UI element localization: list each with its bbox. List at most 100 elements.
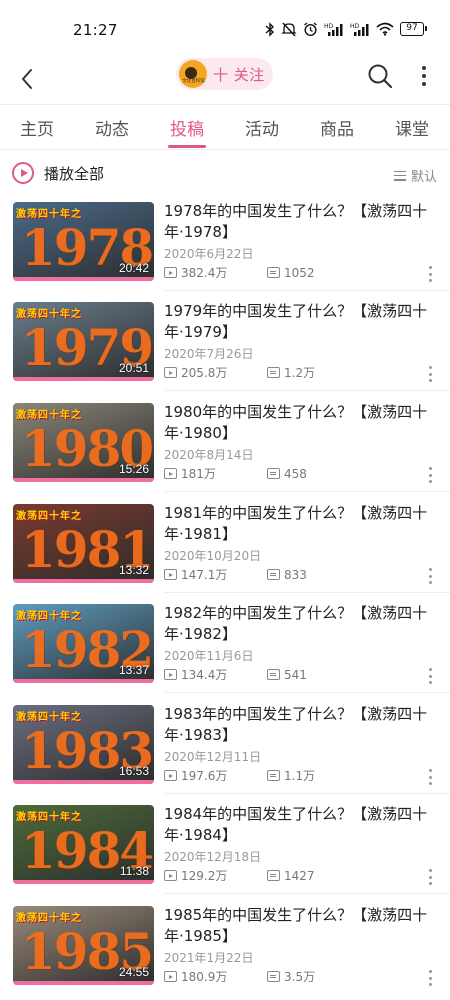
video-date: 2020年7月26日 xyxy=(164,347,254,361)
danmaku-icon xyxy=(267,971,280,982)
tab-bar: 主页 动态 投稿 活动 商品 课堂 xyxy=(0,105,450,149)
video-title[interactable]: 1982年的中国发生了什么？【激荡四十年·1982】 xyxy=(164,603,439,645)
video-duration: 11:38 xyxy=(119,864,149,878)
item-more-button[interactable] xyxy=(426,266,434,282)
video-thumbnail[interactable]: 激荡四十年之 1980 15:26 xyxy=(13,403,154,482)
view-count: 382.4万 xyxy=(181,266,228,280)
back-button[interactable] xyxy=(12,62,42,96)
video-thumbnail[interactable]: 激荡四十年之 1978 20:42 xyxy=(13,202,154,281)
video-thumbnail[interactable]: 激荡四十年之 1981 13:32 xyxy=(13,504,154,583)
item-more-button[interactable] xyxy=(426,769,434,785)
thumbnail-progress-bar xyxy=(13,579,154,583)
search-button[interactable] xyxy=(366,62,394,90)
alarm-icon xyxy=(303,21,318,37)
video-duration: 20:42 xyxy=(118,261,149,275)
video-thumbnail[interactable]: 激荡四十年之 1983 16:53 xyxy=(13,705,154,784)
video-item[interactable]: 激荡四十年之 1978 20:42 1978年的中国发生了什么？【激荡四十年·1… xyxy=(0,196,450,296)
video-item[interactable]: 激荡四十年之 1979 20:51 1979年的中国发生了什么？【激荡四十年·1… xyxy=(0,296,450,396)
play-count-icon xyxy=(164,267,177,278)
item-more-button[interactable] xyxy=(426,970,434,986)
tab-classroom[interactable]: 课堂 xyxy=(395,115,429,140)
video-stats: 134.4万 541 xyxy=(164,666,307,683)
video-duration: 16:53 xyxy=(118,764,149,778)
svg-text:HD: HD xyxy=(350,23,360,30)
danmaku-count: 833 xyxy=(284,567,307,582)
item-more-button[interactable] xyxy=(426,869,434,885)
item-more-button[interactable] xyxy=(426,568,434,584)
danmaku-icon xyxy=(267,770,280,781)
play-count-icon xyxy=(164,569,177,580)
play-count-icon xyxy=(164,870,177,881)
video-thumbnail[interactable]: 激荡四十年之 1982 13:37 xyxy=(13,604,154,683)
video-thumbnail[interactable]: 激荡四十年之 1984 11:38 xyxy=(13,805,154,884)
mute-icon xyxy=(281,21,297,37)
danmaku-icon xyxy=(267,468,280,479)
thumbnail-progress-bar xyxy=(13,277,154,281)
video-stats: 205.8万 1.2万 xyxy=(164,364,315,381)
view-count: 147.1万 xyxy=(181,568,228,582)
video-item[interactable]: 激荡四十年之 1980 15:26 1980年的中国发生了什么？【激荡四十年·1… xyxy=(0,397,450,497)
item-more-button[interactable] xyxy=(426,366,434,382)
sort-button[interactable]: 默认 xyxy=(393,166,437,185)
view-count: 134.4万 xyxy=(181,668,228,682)
video-thumbnail[interactable]: 激荡四十年之 1985 24:55 xyxy=(13,906,154,985)
avatar: 文化百科馆 xyxy=(179,60,207,88)
item-more-button[interactable] xyxy=(426,668,434,684)
play-count-icon xyxy=(164,669,177,680)
video-item[interactable]: 激荡四十年之 1985 24:55 1985年的中国发生了什么？【激荡四十年·1… xyxy=(0,900,450,1000)
follow-button[interactable]: 文化百科馆 十 关注 xyxy=(176,58,273,90)
video-title[interactable]: 1978年的中国发生了什么？【激荡四十年·1978】 xyxy=(164,201,439,243)
danmaku-count: 1.2万 xyxy=(284,366,316,380)
video-title[interactable]: 1983年的中国发生了什么？【激荡四十年·1983】 xyxy=(164,704,439,746)
video-stats: 382.4万 1052 xyxy=(164,264,315,281)
item-more-button[interactable] xyxy=(426,467,434,483)
video-title[interactable]: 1980年的中国发生了什么？【激荡四十年·1980】 xyxy=(164,402,439,444)
video-item[interactable]: 激荡四十年之 1982 13:37 1982年的中国发生了什么？【激荡四十年·1… xyxy=(0,598,450,698)
divider xyxy=(164,793,450,794)
danmaku-icon xyxy=(267,569,280,580)
video-date: 2020年11月6日 xyxy=(164,649,254,663)
video-item[interactable]: 激荡四十年之 1983 16:53 1983年的中国发生了什么？【激荡四十年·1… xyxy=(0,699,450,799)
video-title[interactable]: 1979年的中国发生了什么？【激荡四十年·1979】 xyxy=(164,301,439,343)
danmaku-count: 1427 xyxy=(284,868,315,883)
nav-bar: 文化百科馆 十 关注 xyxy=(0,56,450,104)
play-count-icon xyxy=(164,468,177,479)
thumbnail-progress-bar xyxy=(13,780,154,784)
thumbnail-progress-bar xyxy=(13,880,154,884)
tab-events[interactable]: 活动 xyxy=(245,115,279,140)
video-title[interactable]: 1985年的中国发生了什么？【激荡四十年·1985】 xyxy=(164,905,439,947)
tab-dynamics[interactable]: 动态 xyxy=(95,115,129,140)
video-item[interactable]: 激荡四十年之 1984 11:38 1984年的中国发生了什么？【激荡四十年·1… xyxy=(0,799,450,899)
sort-label: 默认 xyxy=(410,170,437,185)
view-count: 181万 xyxy=(181,467,216,481)
video-title[interactable]: 1984年的中国发生了什么？【激荡四十年·1984】 xyxy=(164,804,439,846)
danmaku-count: 458 xyxy=(284,466,307,481)
video-duration: 24:55 xyxy=(118,965,149,979)
video-duration: 20:51 xyxy=(118,361,149,375)
video-title[interactable]: 1981年的中国发生了什么？【激荡四十年·1981】 xyxy=(164,503,439,545)
tab-products[interactable]: 商品 xyxy=(320,115,354,140)
tab-home[interactable]: 主页 xyxy=(20,115,54,140)
video-date: 2021年1月22日 xyxy=(164,951,254,965)
divider xyxy=(164,491,450,492)
status-icons: HD HD 97 xyxy=(265,21,427,37)
divider xyxy=(164,893,450,894)
danmaku-count: 1052 xyxy=(284,265,315,280)
tab-uploads[interactable]: 投稿 xyxy=(170,115,204,140)
view-count: 129.2万 xyxy=(181,869,228,883)
danmaku-count: 541 xyxy=(284,667,307,682)
chevron-left-icon xyxy=(22,69,32,89)
video-stats: 147.1万 833 xyxy=(164,566,307,583)
video-stats: 181万 458 xyxy=(164,465,307,482)
play-all-button[interactable]: 播放全部 xyxy=(12,162,104,184)
danmaku-icon xyxy=(267,267,280,278)
video-date: 2020年6月22日 xyxy=(164,247,254,261)
wifi-icon xyxy=(376,21,394,37)
thumbnail-progress-bar xyxy=(13,679,154,683)
video-thumbnail[interactable]: 激荡四十年之 1979 20:51 xyxy=(13,302,154,381)
more-options-button[interactable] xyxy=(414,62,434,90)
status-time: 21:27 xyxy=(73,21,118,39)
divider xyxy=(164,592,450,593)
video-item[interactable]: 激荡四十年之 1981 13:32 1981年的中国发生了什么？【激荡四十年·1… xyxy=(0,498,450,598)
view-count: 197.6万 xyxy=(181,769,228,783)
